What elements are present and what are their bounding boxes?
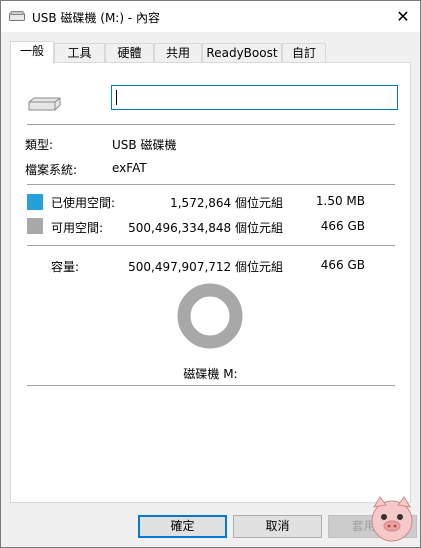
separator — [27, 245, 395, 246]
type-label: 類型: — [25, 138, 54, 152]
close-button[interactable]: ✕ — [386, 1, 420, 32]
free-space-label: 可用空間: — [51, 221, 104, 235]
ok-button[interactable]: 確定 — [138, 515, 227, 538]
capacity-bytes: 500,497,907,712 個位元組 — [128, 260, 283, 274]
usage-donut-chart — [177, 283, 243, 349]
drive-icon — [28, 97, 61, 111]
used-space-label: 已使用空間: — [51, 196, 116, 210]
tab-customize[interactable]: 自訂 — [282, 43, 326, 62]
pig-mascot-watermark — [371, 496, 413, 542]
tab-general[interactable]: 一般 — [10, 41, 54, 64]
tab-sharing[interactable]: 共用 — [154, 43, 202, 62]
drive-caption: 磁碟機 M: — [183, 367, 238, 381]
capacity-size: 466 GB — [320, 258, 365, 272]
drive-name-input[interactable] — [111, 85, 398, 110]
usb-drive-icon — [9, 11, 25, 21]
text-caret — [116, 90, 117, 105]
free-space-size: 466 GB — [320, 219, 365, 233]
free-space-swatch — [27, 218, 43, 234]
cancel-button[interactable]: 取消 — [233, 515, 322, 538]
separator — [27, 184, 395, 185]
used-space-bytes: 1,572,864 個位元組 — [170, 196, 283, 210]
window-title: USB 磁碟機 (M:) - 內容 — [32, 11, 160, 25]
close-icon: ✕ — [396, 7, 410, 26]
tab-hardware[interactable]: 硬體 — [105, 43, 154, 62]
title-bar: USB 磁碟機 (M:) - 內容 ✕ — [1, 1, 420, 32]
free-space-ring — [177, 283, 243, 349]
used-space-swatch — [27, 194, 43, 210]
file-system-value: exFAT — [112, 161, 147, 175]
type-value: USB 磁碟機 — [112, 138, 177, 152]
tab-readyboost[interactable]: ReadyBoost — [202, 43, 282, 62]
general-tab-panel: 類型: USB 磁碟機 檔案系統: exFAT 已使用空間: 1,572,864… — [10, 62, 411, 503]
file-system-label: 檔案系統: — [25, 163, 78, 177]
used-space-size: 1.50 MB — [315, 194, 365, 208]
separator — [27, 124, 395, 125]
tab-tools[interactable]: 工具 — [54, 43, 105, 62]
separator — [27, 385, 395, 386]
capacity-label: 容量: — [51, 260, 80, 274]
free-space-bytes: 500,496,334,848 個位元組 — [128, 221, 283, 235]
properties-window: USB 磁碟機 (M:) - 內容 ✕ 一般 工具 硬體 共用 ReadyBoo… — [0, 0, 421, 548]
